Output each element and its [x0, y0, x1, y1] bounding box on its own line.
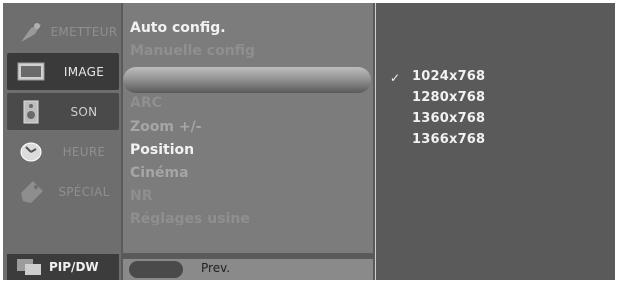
check-icon: ✓ — [390, 71, 401, 85]
bottom-nav-bar: Prev. — [123, 259, 373, 280]
menu-item-reset[interactable]: Réglages usine — [130, 211, 250, 225]
sidebar-item-heure[interactable]: HEURE — [7, 133, 119, 170]
menu-item-cinema[interactable]: Cinéma — [130, 165, 189, 181]
menu-item-arc[interactable]: ARC — [130, 95, 162, 107]
pip-dw-label: PIP/DW — [49, 260, 99, 274]
divider — [375, 3, 376, 280]
menu-item-nr[interactable]: NR — [130, 188, 153, 204]
sidebar-item-image[interactable]: IMAGE — [7, 53, 119, 90]
pip-icon — [17, 259, 41, 275]
sidebar: EMETTEUR IMAGE SON HEURE SPÉCIAL PIP/DW — [3, 3, 121, 280]
resolution-option-1024x768[interactable]: 1024x768 — [412, 69, 485, 84]
menu-item-position[interactable]: Position — [130, 142, 194, 158]
sidebar-item-label: SPÉCIAL — [58, 184, 110, 199]
resolution-submenu: ✓ 1024x768 1280x768 1360x768 1366x768 — [375, 3, 615, 280]
monitor-icon — [13, 57, 49, 87]
menu-item-auto-config[interactable]: Auto config. — [130, 20, 226, 36]
prev-label: Prev. — [201, 261, 231, 275]
sidebar-item-emetteur[interactable]: EMETTEUR — [7, 13, 119, 50]
resolution-option-1280x768[interactable]: 1280x768 — [412, 90, 485, 105]
resolution-option-1360x768[interactable]: 1360x768 — [412, 111, 485, 126]
sidebar-item-label: IMAGE — [63, 64, 105, 79]
antenna-icon — [13, 17, 49, 47]
prev-button[interactable] — [129, 261, 183, 278]
pip-dw-button[interactable]: PIP/DW — [7, 254, 119, 280]
menu-item-manual-config[interactable]: Manuelle config — [130, 43, 255, 59]
sidebar-item-label: SON — [70, 104, 98, 119]
screen-menu: Auto config. Manuelle config ARC Zoom +/… — [123, 3, 373, 253]
sidebar-item-son[interactable]: SON — [7, 93, 119, 130]
selected-menu-item[interactable] — [123, 67, 371, 93]
sidebar-item-special[interactable]: SPÉCIAL — [7, 173, 119, 210]
clock-icon — [13, 137, 49, 167]
sidebar-item-label: HEURE — [62, 144, 106, 159]
resolution-option-1366x768[interactable]: 1366x768 — [412, 132, 485, 147]
tv-osd-screen: EMETTEUR IMAGE SON HEURE SPÉCIAL PIP/DW … — [3, 3, 615, 280]
speaker-icon — [13, 97, 49, 127]
tag-icon — [13, 177, 49, 207]
menu-item-zoom[interactable]: Zoom +/- — [130, 119, 202, 135]
sidebar-item-label: EMETTEUR — [50, 24, 118, 39]
